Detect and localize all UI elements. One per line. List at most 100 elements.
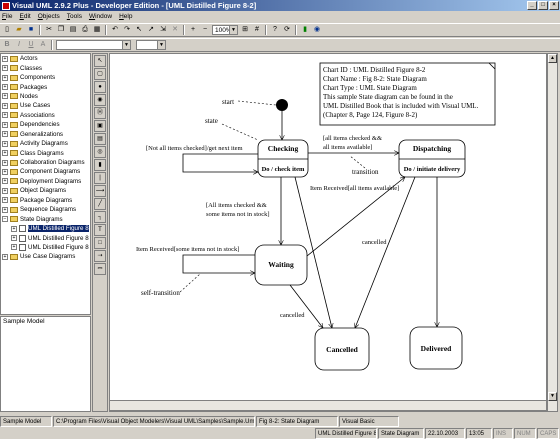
cut-icon[interactable]: ✂ [44, 25, 54, 35]
minimize-button[interactable]: _ [527, 1, 537, 10]
font-select[interactable]: ▼ [56, 40, 131, 50]
refresh-icon[interactable]: ⟳ [282, 25, 292, 35]
collapse-icon[interactable]: − [2, 216, 8, 223]
model-tree[interactable]: + Actors + Classes + Components + Packages + Node… [0, 53, 91, 315]
close-button[interactable]: × [549, 1, 559, 10]
zoom-fit-icon[interactable]: ⊞ [240, 25, 250, 35]
undo-icon[interactable]: ↶ [110, 25, 120, 35]
state-tool-icon[interactable]: ▢ [94, 68, 106, 80]
preview-icon[interactable]: ▦ [92, 25, 102, 35]
state-dispatching[interactable]: Dispatching Do / initiate delivery [398, 139, 466, 178]
expand-icon[interactable]: + [2, 178, 8, 185]
initial-state-tool-icon[interactable]: ● [94, 81, 106, 93]
redo-icon[interactable]: ↷ [122, 25, 132, 35]
font-color-icon[interactable]: A [38, 40, 48, 50]
expand-icon[interactable]: + [11, 244, 17, 251]
tree-folder-item[interactable]: + Use Cases [1, 101, 90, 110]
expand-icon[interactable]: + [2, 150, 8, 157]
tree-folder-item[interactable]: + Classes [1, 63, 90, 72]
pointer-icon[interactable]: ↖ [134, 25, 144, 35]
zoom-select[interactable]: 100% ▼ [212, 25, 238, 35]
expand-icon[interactable]: + [2, 197, 8, 204]
transition-waiting-cancelled[interactable] [289, 284, 323, 328]
italic-icon[interactable]: I [14, 40, 24, 50]
history-tool-icon[interactable]: Ⓗ [94, 107, 106, 119]
tree-folder-item[interactable]: + Deployment Diagrams [1, 177, 90, 186]
expand-icon[interactable]: + [11, 225, 17, 232]
rectangle-tool-icon[interactable]: □ [94, 237, 106, 249]
menu-file[interactable]: File [2, 13, 13, 20]
menu-window[interactable]: Window [89, 13, 112, 20]
zoom-out-icon[interactable]: − [200, 25, 210, 35]
link-icon[interactable]: ↗ [146, 25, 156, 35]
maximize-button[interactable]: □ [538, 1, 548, 10]
tree-folder-item[interactable]: + Actors [1, 54, 90, 63]
transition-self-waiting[interactable] [182, 254, 255, 273]
grid-icon[interactable]: # [252, 25, 262, 35]
tree-folder-item[interactable]: + Object Diagrams [1, 186, 90, 195]
transition-dispatching-cancelled[interactable] [355, 176, 416, 328]
tree-folder-item[interactable]: + Package Diagrams [1, 196, 90, 205]
expand-icon[interactable]: + [2, 121, 8, 128]
tree-folder-item[interactable]: + Component Diagrams [1, 167, 90, 176]
diagram-canvas[interactable]: Chart ID : UML Distilled Figure 8-2 Char… [109, 53, 547, 412]
expand-icon[interactable]: + [2, 102, 8, 109]
tree-folder-item[interactable]: + Associations [1, 111, 90, 120]
final-state-tool-icon[interactable]: ◉ [94, 94, 106, 106]
web-icon[interactable]: ◉ [312, 25, 322, 35]
scroll-down-icon[interactable]: ▼ [548, 392, 557, 401]
save-icon[interactable]: ■ [26, 25, 36, 35]
state-cancelled[interactable]: Cancelled [314, 327, 370, 371]
print-icon[interactable]: ⎙ [80, 25, 90, 35]
menu-objects[interactable]: Objects [38, 13, 60, 20]
scroll-up-icon[interactable]: ▲ [548, 54, 557, 63]
transition-self-checking[interactable] [182, 153, 258, 172]
tree-folder-item[interactable]: + Collaboration Diagrams [1, 158, 90, 167]
state-waiting[interactable]: Waiting [254, 244, 308, 286]
tree-folder-item[interactable]: + Dependencies [1, 120, 90, 129]
horizontal-scrollbar[interactable] [109, 400, 547, 411]
select-tool-icon[interactable]: ↖ [94, 55, 106, 67]
anchor-tool-icon[interactable]: ⎓ [94, 263, 106, 275]
align-icon[interactable]: ⇲ [158, 25, 168, 35]
menu-help[interactable]: Help [119, 13, 132, 20]
expand-icon[interactable]: + [2, 93, 8, 100]
state-checking[interactable]: Checking Do / check item [257, 139, 309, 178]
join-tool-icon[interactable]: | [94, 172, 106, 184]
tree-folder-item[interactable]: + Sequence Diagrams [1, 205, 90, 214]
tree-folder-item[interactable]: + Use Case Diagrams [1, 252, 90, 261]
dependency-tool-icon[interactable]: ⇢ [94, 250, 106, 262]
copy-icon[interactable]: ❐ [56, 25, 66, 35]
state-delivered[interactable]: Delivered [409, 326, 463, 370]
expand-icon[interactable]: + [2, 74, 8, 81]
expand-icon[interactable]: + [2, 55, 8, 62]
font-size-select[interactable]: ▼ [136, 40, 166, 50]
help-icon[interactable]: ? [270, 25, 280, 35]
expand-icon[interactable]: + [2, 140, 8, 147]
initial-state[interactable] [276, 99, 288, 111]
fork-tool-icon[interactable]: ◎ [94, 146, 106, 158]
paste-icon[interactable]: ▤ [68, 25, 78, 35]
tree-diagram-item[interactable]: + UML Distilled Figure 8 [1, 224, 90, 233]
tree-diagram-item[interactable]: + UML Distilled Figure 8 [1, 233, 90, 242]
expand-icon[interactable]: + [2, 168, 8, 175]
delete-icon[interactable]: ✕ [170, 25, 180, 35]
bold-icon[interactable]: B [2, 40, 12, 50]
library-icon[interactable]: ▮ [300, 25, 310, 35]
zoom-in-icon[interactable]: + [188, 25, 198, 35]
expand-icon[interactable]: + [2, 65, 8, 72]
expand-icon[interactable]: + [2, 112, 8, 119]
tree-folder-item[interactable]: − State Diagrams [1, 214, 90, 223]
composite-state-tool-icon[interactable]: ▣ [94, 120, 106, 132]
sync-bar-tool-icon[interactable]: ▮ [94, 159, 106, 171]
underline-icon[interactable]: U [26, 40, 36, 50]
vertical-scrollbar[interactable]: ▲ ▼ [547, 53, 558, 412]
new-icon[interactable]: ▯ [2, 25, 12, 35]
tree-folder-item[interactable]: + Activity Diagrams [1, 139, 90, 148]
tree-folder-item[interactable]: + Class Diagrams [1, 148, 90, 157]
expand-icon[interactable]: + [2, 159, 8, 166]
expand-icon[interactable]: + [2, 206, 8, 213]
tree-folder-item[interactable]: + Packages [1, 82, 90, 91]
tree-folder-item[interactable]: + Nodes [1, 92, 90, 101]
expand-icon[interactable]: + [2, 131, 8, 138]
